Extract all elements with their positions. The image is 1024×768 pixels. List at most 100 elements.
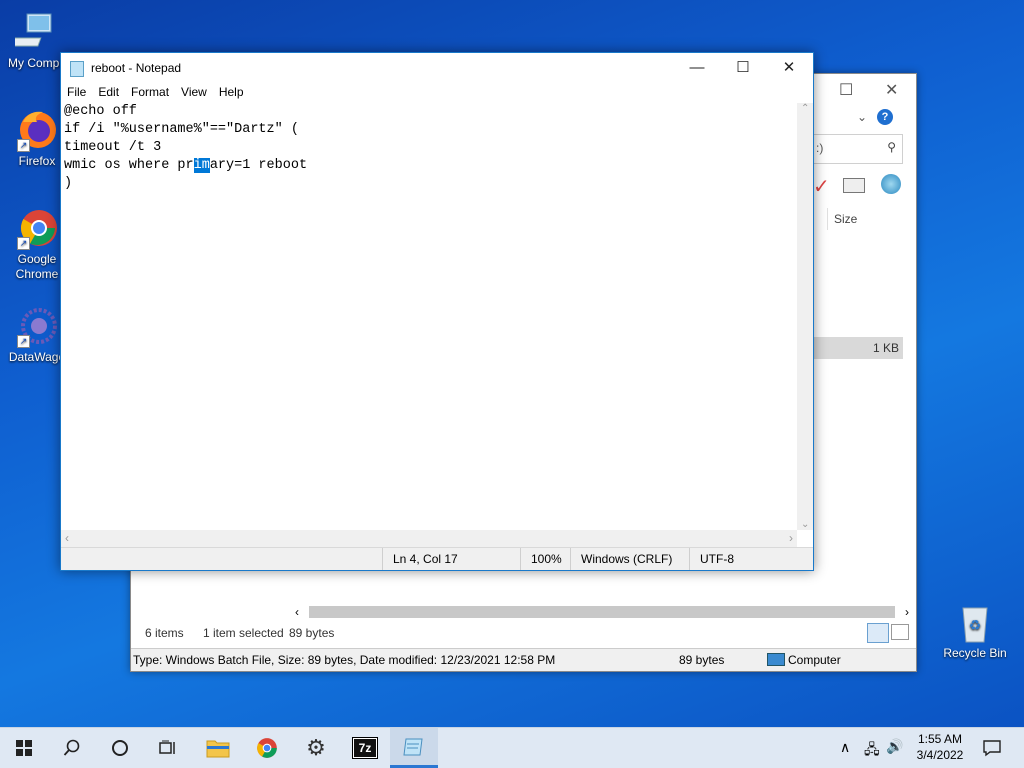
notepad-status-bar: Ln 4, Col 17 100% Windows (CRLF) UTF-8 — [61, 547, 813, 570]
gear-icon: ⚙ — [306, 735, 326, 760]
shortcut-arrow-icon: ↗ — [17, 335, 30, 348]
notification-icon — [983, 740, 1001, 757]
chrome-icon — [257, 738, 277, 758]
menu-format[interactable]: Format — [125, 83, 175, 99]
scroll-up-icon[interactable]: ⌃ — [801, 103, 809, 114]
notepad-titlebar[interactable]: reboot - Notepad — ☐ ✕ — [61, 53, 813, 83]
large-icons-view-icon[interactable] — [891, 624, 909, 640]
checkmark-icon[interactable]: ✓ — [813, 174, 830, 199]
explorer-status-bar: Type: Windows Batch File, Size: 89 bytes… — [131, 648, 916, 671]
status-file-info: Type: Windows Batch File, Size: 89 bytes… — [133, 653, 556, 667]
selected-count: 1 item selected — [203, 626, 284, 640]
menu-view[interactable]: View — [175, 83, 213, 99]
notepad-app-icon — [70, 61, 84, 77]
computer-icon — [7, 10, 59, 54]
clock[interactable]: 1:55 AM 3/4/2022 — [905, 731, 975, 763]
status-zoom: 100% — [520, 548, 562, 570]
notepad-icon — [403, 738, 423, 755]
scroll-right-icon[interactable]: › — [789, 531, 793, 545]
taskbar-7zip[interactable]: 7z — [341, 728, 389, 768]
shortcut-arrow-icon: ↗ — [17, 237, 30, 250]
search-icon — [63, 739, 80, 756]
desktop-icon-label: Google Chrome — [15, 252, 59, 281]
task-view-button[interactable] — [144, 728, 192, 768]
desktop-icon-recycle-bin[interactable]: ♻ Recycle Bin — [940, 600, 1010, 660]
notepad-window[interactable]: reboot - Notepad — ☐ ✕ File Edit Format Vie… — [60, 52, 814, 571]
scroll-thumb[interactable] — [309, 606, 895, 618]
status-location: Computer — [788, 653, 841, 667]
taskbar: ⚙ 7z ∧ 🖧 🔊 1:55 AM 3/4/2022 — [0, 727, 1024, 768]
text-line: ) — [64, 176, 73, 191]
search-button[interactable] — [48, 728, 96, 768]
menu-edit[interactable]: Edit — [92, 83, 125, 99]
datawago-icon: ↗ — [15, 304, 59, 348]
cortana-button[interactable] — [96, 728, 144, 768]
recycle-bin-icon: ♻ — [953, 600, 997, 644]
text-line: @echo off — [64, 104, 137, 119]
explorer-ribbon: ⌄ ? — [813, 108, 915, 130]
items-count: 6 items — [145, 626, 184, 640]
explorer-search-box[interactable]: :) ⚲ — [813, 134, 903, 164]
explorer-hscroll[interactable]: ‹ › — [291, 604, 911, 620]
taskbar-notepad[interactable] — [390, 728, 438, 768]
text-line: timeout /t 3 — [64, 140, 162, 155]
shell-icon[interactable] — [881, 174, 901, 194]
explorer-info-bar: 6 items 1 item selected 89 bytes — [131, 620, 914, 648]
start-button[interactable] — [0, 728, 48, 768]
text-selection: im — [193, 158, 210, 173]
status-line-ending: Windows (CRLF) — [570, 548, 672, 570]
shortcut-arrow-icon: ↗ — [17, 139, 30, 152]
search-text: :) — [816, 141, 824, 155]
scroll-left-icon[interactable]: ‹ — [65, 531, 69, 545]
selected-file-row[interactable]: 1 KB — [813, 337, 903, 359]
search-icon[interactable]: ⚲ — [887, 140, 896, 154]
minimize-icon[interactable]: — — [674, 53, 720, 83]
file-size-cell: 1 KB — [872, 341, 899, 355]
taskbar-file-explorer[interactable] — [194, 728, 242, 768]
scroll-left-icon[interactable]: ‹ — [295, 605, 299, 619]
help-icon[interactable]: ? — [877, 109, 893, 125]
scroll-right-icon[interactable]: › — [905, 605, 909, 619]
maximize-icon[interactable]: ☐ — [839, 80, 853, 100]
windows-logo-icon — [16, 740, 32, 756]
vertical-scrollbar[interactable]: ⌃ ⌄ — [797, 103, 813, 530]
chrome-icon: ↗ — [15, 206, 59, 250]
desktop-icon-label: Recycle Bin — [943, 646, 1007, 660]
cortana-circle-icon — [112, 740, 128, 756]
status-position: Ln 4, Col 17 — [382, 548, 458, 570]
volume-icon[interactable]: 🔊 — [886, 738, 903, 755]
action-center-button[interactable] — [970, 728, 1014, 768]
close-icon[interactable]: ✕ — [885, 80, 898, 100]
status-encoding: UTF-8 — [689, 548, 734, 570]
scroll-down-icon[interactable]: ⌄ — [801, 519, 809, 530]
computer-small-icon — [767, 653, 785, 666]
svg-text:♻: ♻ — [969, 617, 982, 633]
task-view-icon — [159, 740, 175, 754]
maximize-icon[interactable]: ☐ — [720, 53, 766, 83]
explorer-toolbar: ✓ — [813, 174, 913, 200]
menu-bar: File Edit Format View Help — [61, 83, 813, 103]
horizontal-scrollbar[interactable]: ‹ › — [61, 530, 797, 548]
taskbar-chrome[interactable] — [243, 728, 291, 768]
folder-icon — [206, 740, 230, 758]
clock-time: 1:55 AM — [917, 732, 963, 746]
text-after-selection: ary=1 reboot — [209, 158, 308, 173]
envelope-icon[interactable] — [843, 178, 865, 193]
system-tray: ∧ 🖧 🔊 — [836, 728, 916, 768]
menu-file[interactable]: File — [61, 83, 92, 99]
network-icon[interactable]: 🖧 — [864, 739, 880, 763]
firefox-icon: ↗ — [15, 108, 59, 152]
taskbar-settings[interactable]: ⚙ — [292, 728, 340, 768]
menu-help[interactable]: Help — [213, 83, 250, 99]
details-view-icon[interactable] — [867, 623, 889, 643]
window-title: reboot - Notepad — [91, 61, 182, 75]
text-editor[interactable]: @echo off if /i "%username%"=="Dartz" (ti… — [61, 103, 797, 530]
selected-size: 89 bytes — [289, 626, 335, 640]
chevron-down-icon[interactable]: ⌄ — [857, 110, 867, 124]
clock-date: 3/4/2022 — [916, 748, 964, 762]
column-header-size[interactable]: Size — [827, 208, 914, 230]
text-line-cursor: wmic os where primary=1 reboot — [64, 157, 794, 175]
close-icon[interactable]: ✕ — [766, 53, 812, 83]
show-hidden-icons-chevron[interactable]: ∧ — [840, 739, 850, 756]
text-before-selection: wmic os where pr — [64, 158, 194, 173]
